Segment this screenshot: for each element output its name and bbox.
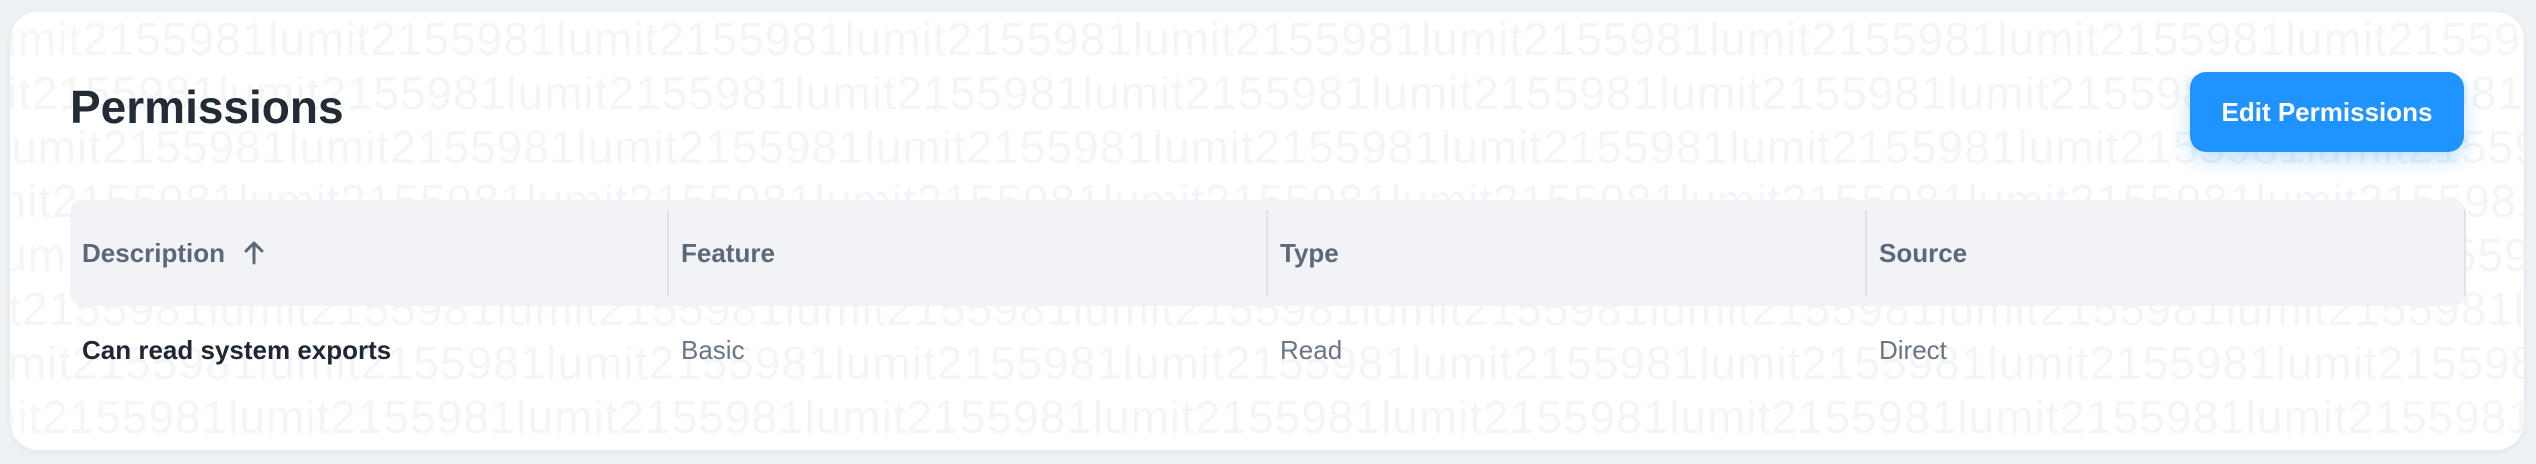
- column-header-description[interactable]: Description: [70, 200, 669, 306]
- edit-permissions-button[interactable]: Edit Permissions: [2190, 72, 2464, 152]
- permission-source: Direct: [1879, 334, 1947, 365]
- permissions-table: Description Feature Type Source Can read…: [70, 200, 2466, 394]
- watermark-line: lumit2155981lumit2155981lumit2155981lumi…: [10, 391, 2524, 443]
- watermark-line: lumit2155981lumit2155981lumit2155981lumi…: [10, 121, 2524, 173]
- cell-source: Direct: [1867, 306, 2466, 394]
- column-divider[interactable]: [2464, 210, 2466, 296]
- permissions-card: lumit2155981lumit2155981lumit2155981lumi…: [10, 12, 2524, 450]
- permission-type: Read: [1280, 334, 1343, 365]
- arrow-up-icon[interactable]: [243, 240, 265, 266]
- column-header-source[interactable]: Source: [1867, 200, 2466, 306]
- table-header: Description Feature Type Source: [70, 200, 2466, 306]
- column-header-feature[interactable]: Feature: [669, 200, 1268, 306]
- cell-feature: Basic: [669, 306, 1268, 394]
- column-header-label: Description: [82, 237, 226, 268]
- watermark-line: lumit2155981lumit2155981lumit2155981lumi…: [10, 13, 2524, 65]
- permission-description: Can read system exports: [82, 334, 392, 365]
- column-header-label: Source: [1879, 237, 1968, 268]
- page-title: Permissions: [70, 81, 344, 133]
- column-header-type[interactable]: Type: [1268, 200, 1867, 306]
- column-header-label: Type: [1280, 237, 1339, 268]
- permission-feature: Basic: [681, 334, 745, 365]
- column-header-label: Feature: [681, 237, 775, 268]
- table-row[interactable]: Can read system exports Basic Read Direc…: [70, 306, 2466, 394]
- watermark-line: lumit2155981lumit2155981lumit2155981lumi…: [10, 67, 2524, 119]
- cell-description: Can read system exports: [70, 306, 669, 394]
- cell-type: Read: [1268, 306, 1867, 394]
